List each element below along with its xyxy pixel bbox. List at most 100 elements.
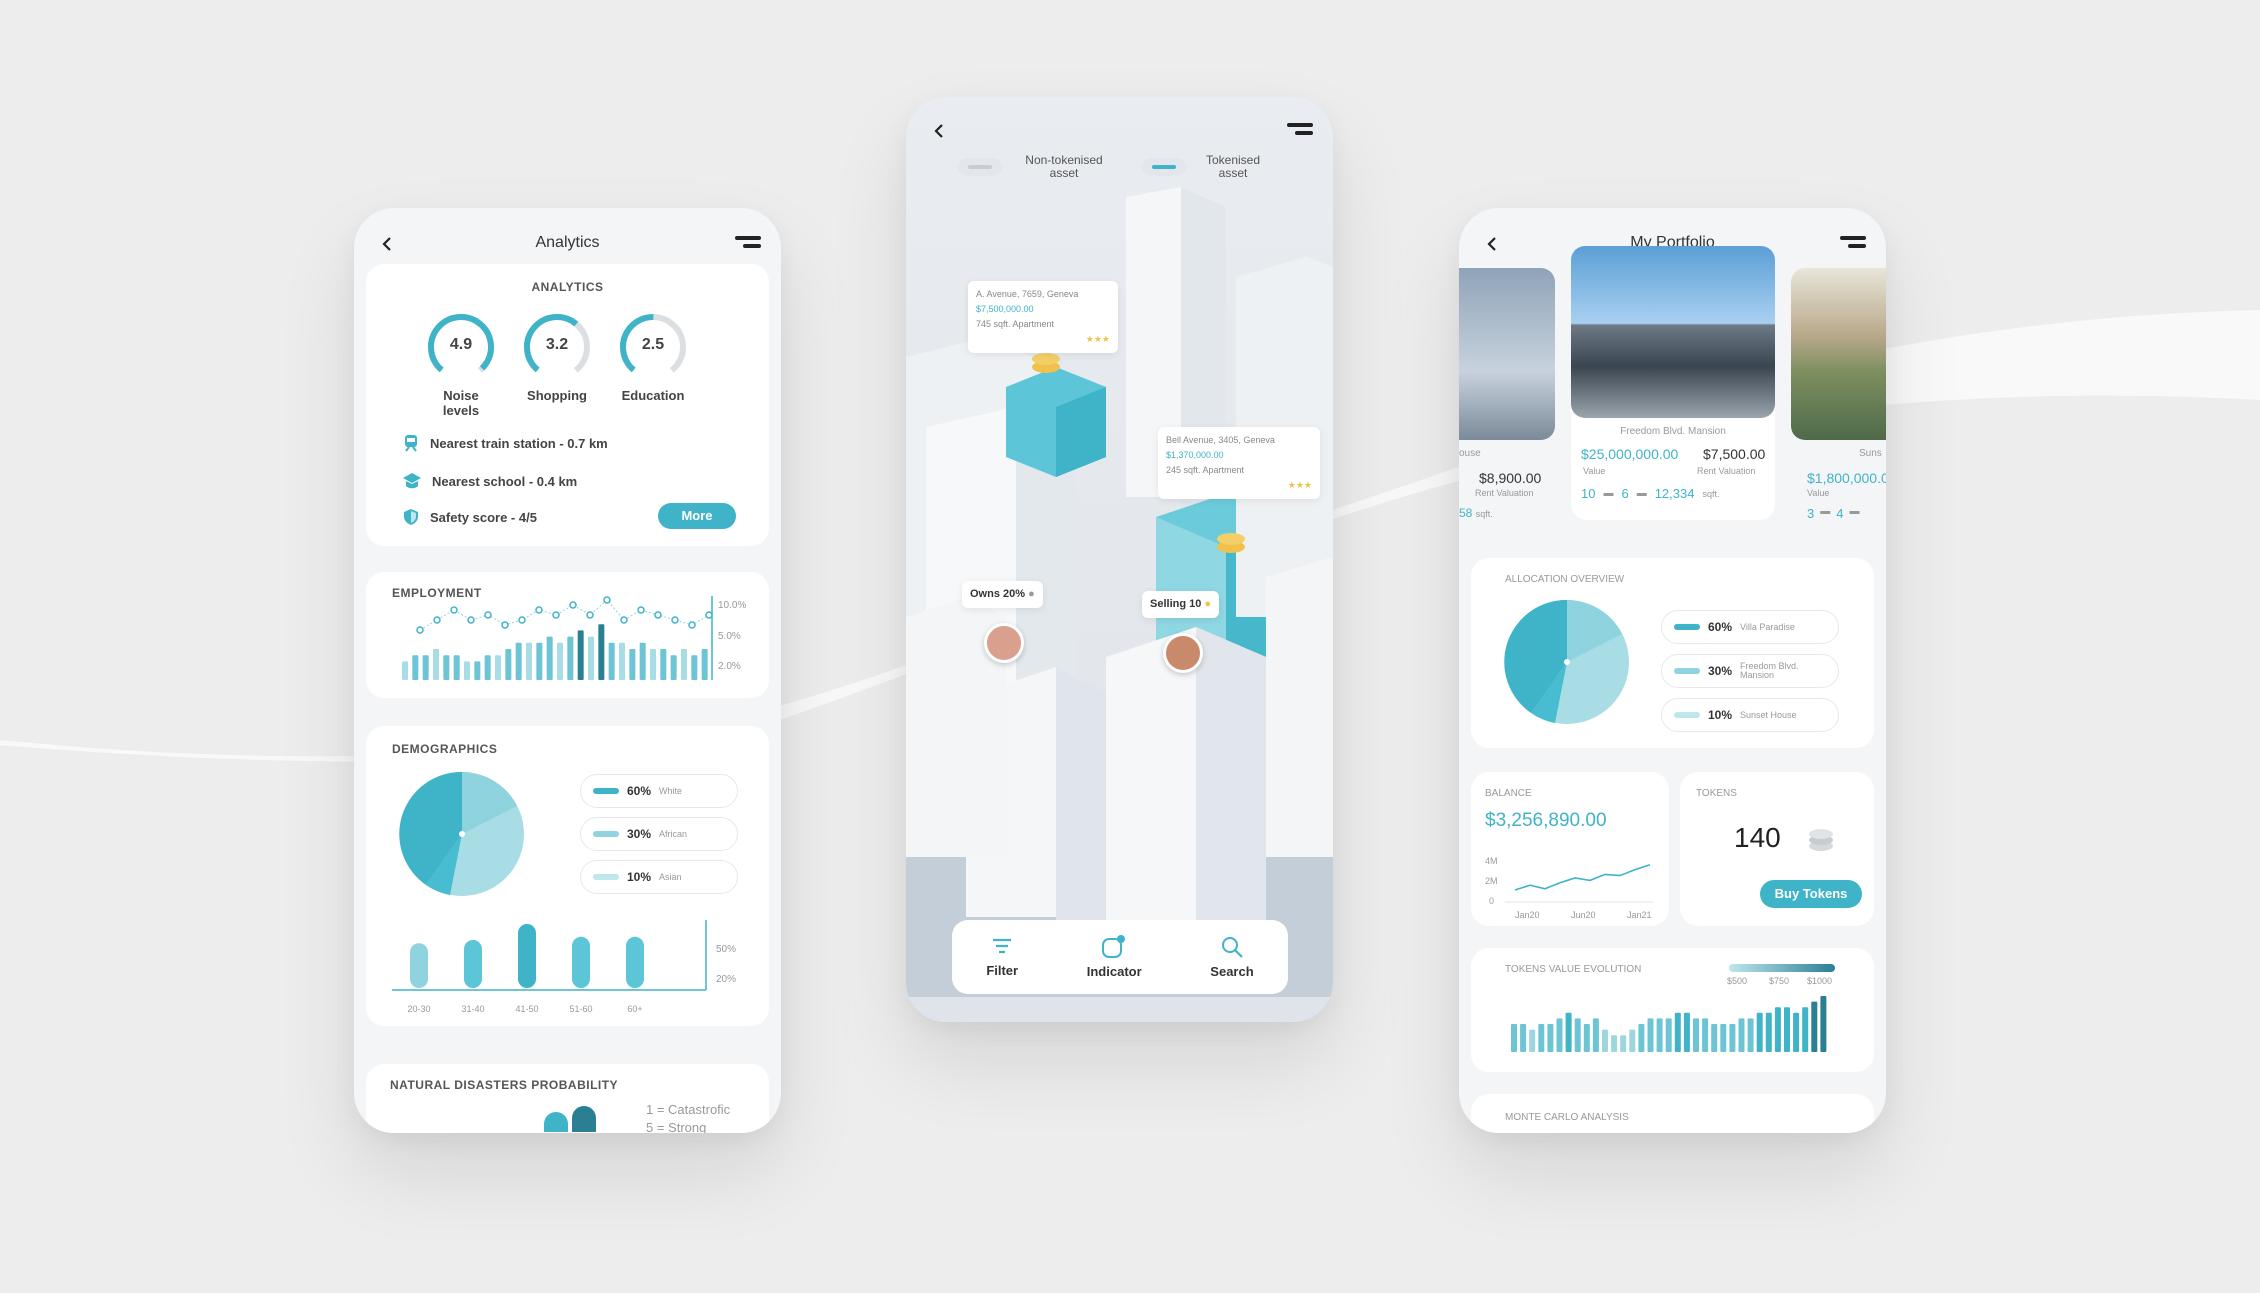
- evo-bar: [1711, 1024, 1718, 1052]
- left-prop-sqft-unit: sqft.: [1475, 509, 1493, 519]
- emp-bar: [598, 624, 605, 680]
- evo-bar: [1738, 1018, 1745, 1052]
- bed-icon: ▬: [1603, 488, 1614, 499]
- info-school-text: Nearest school - 0.4 km: [432, 473, 578, 489]
- emp-bar: [474, 661, 481, 680]
- user-avatar-2[interactable]: [1163, 633, 1203, 673]
- gauge-0: 4.9 Noise levels: [426, 312, 496, 418]
- emp-bar: [453, 655, 460, 680]
- indicator-button[interactable]: Indicator: [1087, 935, 1142, 979]
- age-bar: [626, 936, 644, 988]
- bed-icon: ▬: [1820, 506, 1831, 517]
- legend-african: 30% African: [580, 817, 738, 851]
- left-prop-rent-label: Rent Valuation: [1475, 488, 1534, 498]
- menu-button[interactable]: [1281, 123, 1313, 139]
- evo-bar: [1674, 1012, 1681, 1052]
- property-tag-1[interactable]: A. Avenue, 7659, Geneva $7,500,000.00 74…: [968, 281, 1118, 353]
- emp-point: [620, 616, 628, 624]
- emp-bar: [402, 661, 408, 680]
- alloc-legend-2-name: Sunset House: [1740, 710, 1797, 720]
- shield-icon: [404, 509, 418, 525]
- bottom-nav: Filter Indicator Search: [952, 920, 1288, 994]
- coin-icon: ●: [1028, 588, 1035, 600]
- owns-badge[interactable]: Owns 20% ●: [962, 581, 1043, 608]
- age-label: 20-30: [407, 1004, 430, 1014]
- bath-icon: ▬: [1849, 506, 1860, 517]
- age-bar: [572, 936, 590, 988]
- evo-bar: [1665, 1018, 1672, 1052]
- property-tag-2[interactable]: Bell Avenue, 3405, Geneva $1,370,000.00 …: [1158, 427, 1320, 499]
- bal-xtick-0: Jan20: [1515, 910, 1540, 920]
- emp-point: [433, 616, 441, 624]
- emp-point: [501, 621, 509, 629]
- selling-badge[interactable]: Selling 10 ●: [1142, 591, 1220, 618]
- legend-white: 60% White: [580, 774, 738, 808]
- user-avatar-1[interactable]: [984, 623, 1024, 663]
- toggle-left-label: Non-tokenised asset: [1025, 153, 1103, 180]
- gauge-label: Shopping: [527, 388, 587, 403]
- property-image-right[interactable]: [1791, 268, 1886, 440]
- indicator-label: Indicator: [1086, 964, 1142, 979]
- menu-button[interactable]: [729, 236, 761, 252]
- menu-button[interactable]: [1834, 236, 1866, 252]
- emp-bar: [619, 642, 625, 680]
- evo-bar: [1602, 1029, 1608, 1052]
- evo-bar: [1756, 1012, 1763, 1052]
- disasters-legend-1: 5 = Strong: [646, 1120, 707, 1133]
- legend-african-name: African: [659, 829, 688, 839]
- more-button[interactable]: More: [658, 503, 736, 529]
- emp-ytick-0: 10.0%: [718, 600, 747, 611]
- toggle-tokenised[interactable]: Tokenised asset: [1142, 147, 1312, 187]
- evo-bar: [1583, 1024, 1590, 1052]
- emp-point: [637, 606, 645, 614]
- filter-button[interactable]: Filter: [986, 936, 1018, 978]
- toggle-right-label: Tokenised asset: [1205, 153, 1261, 180]
- balance-card: BALANCE $3,256,890.00 4M 2M 0 Jan20 Jun2…: [1471, 772, 1669, 926]
- analytics-heading: ANALYTICS: [531, 280, 604, 294]
- portfolio-screen: My Portfolio ouse $8,900.00 Rent Valuati…: [1459, 208, 1886, 1133]
- property-card-main[interactable]: Freedom Blvd. Mansion $25,000,000.00 Val…: [1571, 246, 1775, 520]
- gauge-value: 4.9: [449, 336, 473, 353]
- tag2-price: $1,370,000.00: [1166, 450, 1224, 460]
- info-safety: Safety score - 4/5: [402, 508, 537, 526]
- evo-bar: [1556, 1018, 1563, 1052]
- info-train: Nearest train station - 0.7 km: [402, 434, 608, 452]
- property-image-left[interactable]: [1459, 268, 1555, 440]
- alloc-legend-0-name: Villa Paradise: [1740, 622, 1795, 632]
- alloc-legend-1-pct: 30%: [1708, 664, 1733, 678]
- gauge-label: Education: [621, 388, 685, 403]
- left-prop-sqft: 58 sqft.: [1459, 506, 1493, 520]
- emp-point: [569, 601, 577, 609]
- city-map[interactable]: [906, 97, 1333, 1022]
- evo-bar: [1765, 1012, 1772, 1052]
- area-unit: sqft.: [1702, 488, 1720, 499]
- disasters-legend-0: 1 = Catastrofic: [646, 1102, 731, 1117]
- emp-point: [671, 616, 679, 624]
- search-button[interactable]: Search: [1210, 935, 1254, 979]
- tag1-desc: 745 sqft. Apartment: [976, 319, 1055, 329]
- evo-bar: [1611, 1035, 1618, 1052]
- emp-bar: [577, 630, 584, 680]
- emp-point: [654, 611, 662, 619]
- emp-bar: [567, 636, 574, 680]
- left-prop-name: ouse: [1459, 448, 1481, 459]
- back-button[interactable]: [924, 111, 954, 151]
- bal-line: [1514, 864, 1651, 891]
- tag1-price: $7,500,000.00: [976, 304, 1034, 314]
- analytics-screen: Analytics ANALYTICS 4.9 Noise levels 3.2…: [354, 208, 781, 1133]
- evolution-chart: [1511, 996, 1827, 1052]
- tokens-card: TOKENS 140 Buy Tokens: [1680, 772, 1874, 926]
- evo-bar: [1520, 1024, 1527, 1052]
- main-prop-rent-label: Rent Valuation: [1697, 466, 1756, 476]
- bath-icon: ▬: [1636, 488, 1647, 499]
- emp-point: [450, 606, 458, 614]
- owns-text: Owns 20%: [970, 588, 1026, 600]
- emp-line: [419, 599, 710, 631]
- evo-bar: [1793, 1012, 1800, 1052]
- filter-icon: [993, 938, 1012, 954]
- right-baths: 4: [1836, 506, 1844, 521]
- legend-asian-name: Asian: [659, 872, 682, 882]
- buy-tokens-button[interactable]: Buy Tokens: [1760, 880, 1862, 908]
- toggle-non-tokenised[interactable]: Non-tokenised asset: [958, 147, 1118, 187]
- chevron-left-icon: [934, 124, 943, 138]
